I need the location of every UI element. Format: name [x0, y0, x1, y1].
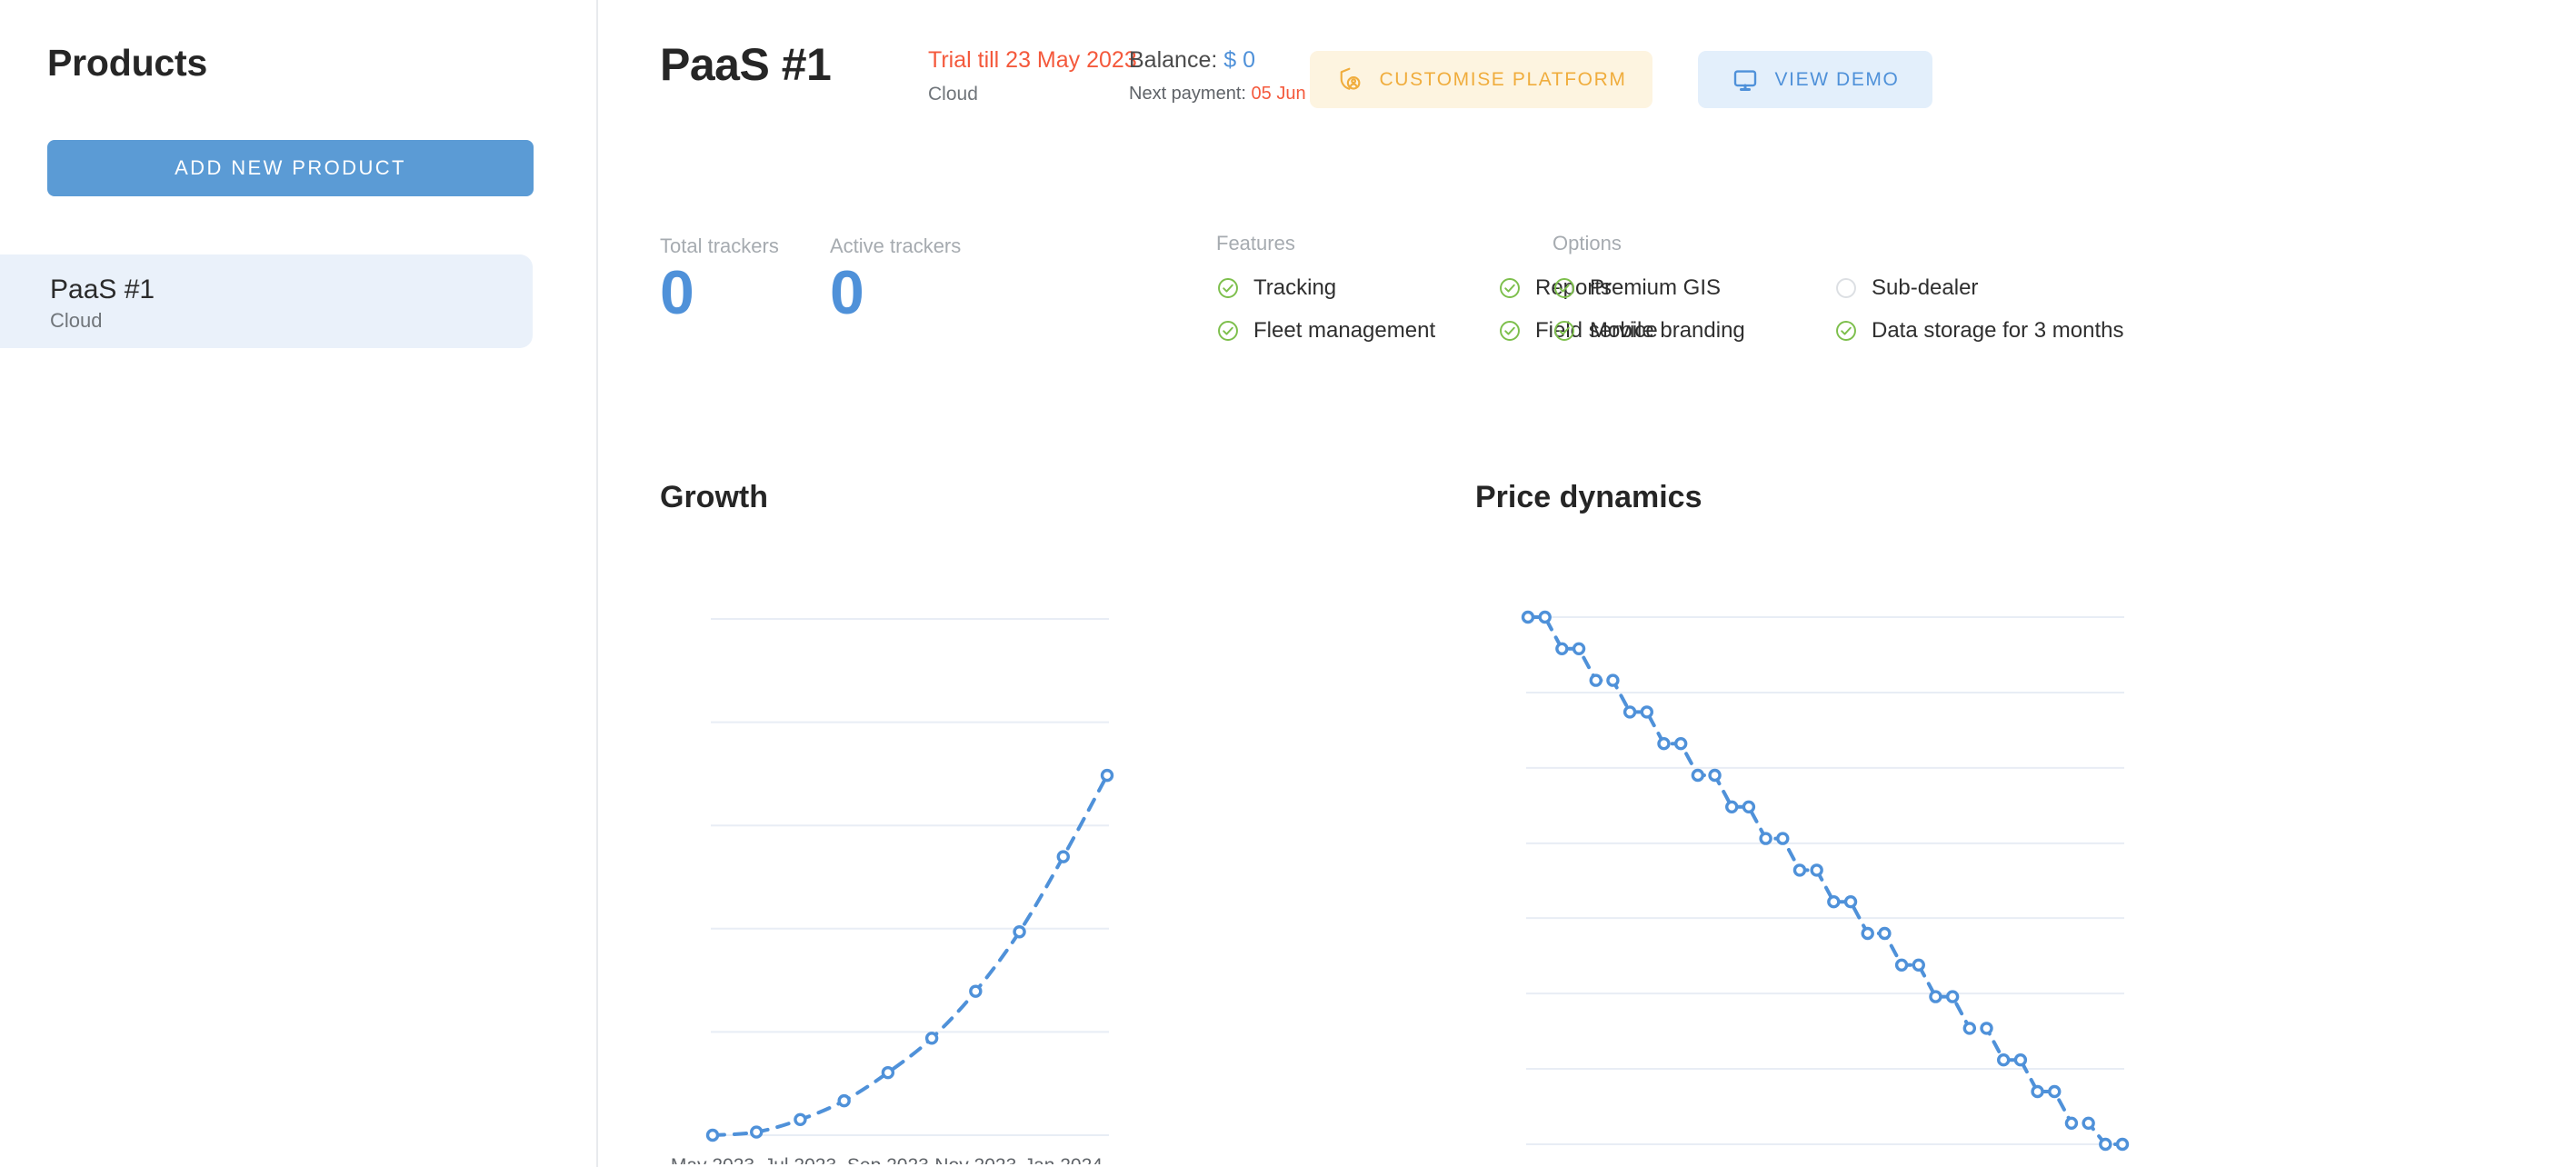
sidebar-title: Products — [47, 42, 208, 84]
add-new-product-button[interactable]: ADD NEW PRODUCT — [47, 140, 534, 196]
check-circle-icon — [1498, 319, 1522, 343]
balance-value: $ 0 — [1223, 47, 1256, 73]
empty-circle-icon — [1834, 276, 1858, 300]
svg-text:May 2023: May 2023 — [671, 1155, 754, 1164]
growth-chart-card: Growth May 2023 Jul 2023 Sep 2023 Nov 2023 J… — [660, 480, 1478, 1164]
trial-block: Trial till 23 May 2023 Cloud — [928, 47, 1137, 105]
sidebar-item-label: PaaS #1 — [50, 274, 155, 304]
trial-plan-type: Cloud — [928, 84, 978, 105]
stat-value: 0 — [830, 258, 864, 327]
sidebar-item-paas-1[interactable]: PaaS #1 Cloud — [0, 254, 533, 348]
stat-label: Total trackers — [660, 234, 779, 257]
shield-user-icon — [1336, 66, 1363, 94]
price-chart-title: Price dynamics — [1475, 480, 1702, 514]
price-dynamics-chart: 200244276332372440484568620732800956 — [1521, 610, 2130, 1152]
svg-text:Jul 2023: Jul 2023 — [764, 1155, 836, 1164]
option-label: Premium GIS — [1590, 275, 1722, 300]
sidebar: Products ADD NEW PRODUCT PaaS #1 Cloud — [0, 0, 598, 1167]
stat-total-trackers: Total trackers 0 — [660, 234, 779, 324]
svg-text:Nov 2023: Nov 2023 — [934, 1155, 1016, 1164]
option-data-storage[interactable]: Data storage for 3 months — [1834, 318, 2123, 344]
growth-chart: May 2023 Jul 2023 Sep 2023 Nov 2023 Jan 2024 — [671, 618, 1114, 1164]
feature-fleet-management[interactable]: Fleet management — [1216, 318, 1498, 344]
option-sub-dealer[interactable]: Sub-dealer — [1834, 275, 2116, 301]
trial-status: Trial till 23 May 2023 — [928, 47, 1137, 73]
growth-chart-title: Growth — [660, 480, 768, 514]
feature-tracking[interactable]: Tracking — [1216, 275, 1498, 301]
check-circle-icon — [1553, 276, 1576, 300]
customise-platform-label: CUSTOMISE PLATFORM — [1379, 68, 1627, 90]
option-label: Mobile branding — [1590, 318, 1745, 343]
option-mobile-branding[interactable]: Mobile branding — [1553, 318, 1834, 344]
options-title: Options — [1553, 232, 1622, 254]
next-payment-label: Next payment: — [1129, 84, 1246, 104]
stat-active-trackers: Active trackers 0 — [830, 234, 961, 324]
check-circle-icon — [1498, 276, 1522, 300]
balance-label: Balance: — [1129, 47, 1218, 73]
view-demo-button[interactable]: VIEW DEMO — [1698, 51, 1932, 108]
svg-text:Sep 2023: Sep 2023 — [847, 1155, 929, 1164]
options-block: Options Premium GIS Sub-dealer Mobile br… — [1553, 232, 2123, 344]
monitor-icon — [1732, 66, 1759, 94]
option-premium-gis[interactable]: Premium GIS — [1553, 275, 1834, 301]
price-chart-card: Price dynamics 2002442763323724404845686… — [1475, 480, 2576, 1164]
sidebar-item-subtitle: Cloud — [50, 308, 103, 332]
svg-text:Jan 2024: Jan 2024 — [1024, 1155, 1103, 1164]
view-demo-label: VIEW DEMO — [1774, 68, 1900, 90]
feature-label: Tracking — [1253, 275, 1337, 300]
check-circle-icon — [1553, 319, 1576, 343]
check-circle-icon — [1834, 319, 1858, 343]
options-grid: Premium GIS Sub-dealer Mobile branding D… — [1553, 275, 2123, 344]
stat-label: Active trackers — [830, 234, 962, 257]
stat-value: 0 — [660, 258, 694, 327]
option-label: Sub-dealer — [1872, 275, 1979, 300]
check-circle-icon — [1216, 319, 1240, 343]
feature-label: Fleet management — [1253, 318, 1436, 343]
main-content: PaaS #1 Trial till 23 May 2023 Cloud Bal… — [598, 0, 2576, 1167]
check-circle-icon — [1216, 276, 1240, 300]
page-title: PaaS #1 — [660, 39, 832, 90]
app-root: Products ADD NEW PRODUCT PaaS #1 Cloud P… — [0, 0, 2576, 1167]
customise-platform-button[interactable]: CUSTOMISE PLATFORM — [1310, 51, 1652, 108]
option-label: Data storage for 3 months — [1872, 318, 2124, 343]
